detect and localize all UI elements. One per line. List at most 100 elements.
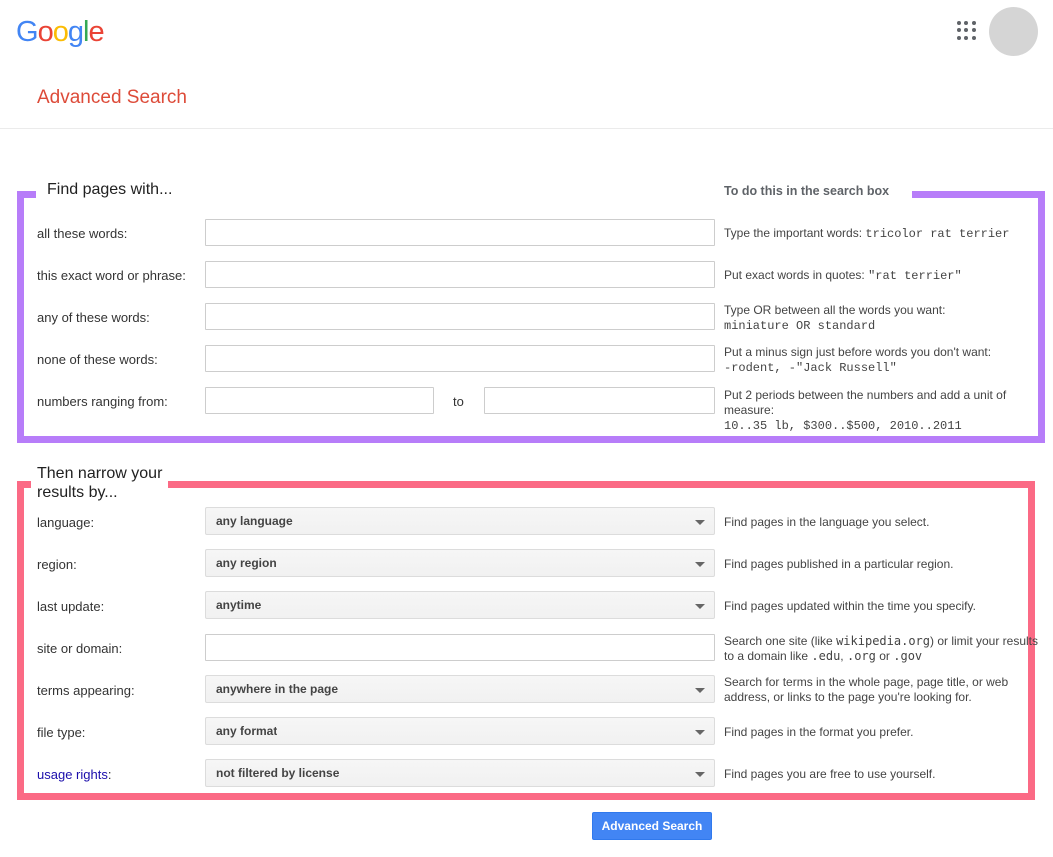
chevron-down-icon [695, 562, 705, 567]
input-all-these-words[interactable] [205, 219, 715, 246]
hint-code: "rat terrier" [868, 269, 962, 283]
apps-dot [964, 35, 969, 40]
hint-text: Put exact words in quotes: [724, 268, 865, 282]
hint-region: Find pages published in a particular reg… [724, 557, 954, 571]
narrow-edge-top-right [168, 481, 1035, 488]
hint-code-wikipedia: wikipedia.org [836, 634, 930, 648]
highlight-edge-bottom [17, 436, 1045, 443]
hint-code: miniature OR standard [724, 319, 876, 333]
find-section-title: Find pages with... [47, 181, 173, 198]
select-usage-rights-value: not filtered by license [216, 766, 340, 780]
hint-language: Find pages in the language you select. [724, 515, 930, 529]
narrow-edge-bottom [17, 793, 1035, 800]
hint-code: tricolor rat terrier [865, 227, 1010, 241]
select-region-value: any region [216, 556, 277, 570]
narrow-edge-left [17, 481, 24, 800]
hint-code-gov: .gov [893, 649, 923, 663]
apps-dot [957, 21, 961, 25]
chevron-down-icon [695, 520, 705, 525]
hint-terms-appearing: Search for terms in the whole page, page… [724, 675, 1009, 704]
logo-letter-o1: o [37, 16, 54, 48]
hint-text: Put 2 periods between the numbers and ad… [724, 388, 1007, 417]
apps-dot [957, 35, 961, 40]
numbers-separator: to [453, 394, 464, 409]
advanced-search-button[interactable]: Advanced Search [592, 812, 712, 840]
hint-text: Put a minus sign just before words you d… [724, 345, 992, 359]
label-numbers-ranging-from: numbers ranging from: [37, 394, 168, 409]
logo-letter-g2: g [67, 16, 84, 48]
apps-dot [957, 28, 961, 33]
apps-dot [971, 35, 976, 40]
hint-site-or-domain: Search one site (like wikipedia.org) or … [724, 634, 1049, 664]
label-none-of-these-words: none of these words: [37, 352, 158, 367]
label-terms-appearing: terms appearing: [37, 683, 135, 698]
chevron-down-icon [695, 772, 705, 777]
hint-file-type: Find pages in the format you prefer. [724, 725, 914, 739]
hint-any-of-these-words: Type OR between all the words you want: … [724, 303, 1042, 334]
hint-last-update: Find pages updated within the time you s… [724, 599, 976, 613]
hint-code: 10..35 lb, $300..$500, 2010..2011 [724, 419, 962, 433]
hint-code: -rodent, -"Jack Russell" [724, 361, 897, 375]
hint-text: Type OR between all the words you want: [724, 303, 946, 317]
hint-numbers-ranging: Put 2 periods between the numbers and ad… [724, 388, 1042, 434]
select-file-type-value: any format [216, 724, 278, 738]
narrow-edge-top-left [17, 481, 31, 488]
hint-usage-rights: Find pages you are free to use yourself. [724, 767, 936, 781]
hint-none-of-these-words: Put a minus sign just before words you d… [724, 345, 1042, 376]
hint-all-these-words: Type the important words: tricolor rat t… [724, 226, 1042, 242]
input-numbers-from[interactable] [205, 387, 434, 414]
find-section-hint-title: To do this in the search box [724, 184, 890, 198]
input-site-or-domain[interactable] [205, 634, 715, 661]
logo-letter-o2: o [52, 16, 69, 48]
apps-grid-icon[interactable] [957, 21, 977, 41]
chevron-down-icon [695, 730, 705, 735]
input-any-of-these-words[interactable] [205, 303, 715, 330]
page-header: Google Advanced Search [0, 0, 1053, 129]
input-exact-phrase[interactable] [205, 261, 715, 288]
hint-text: Type the important words: [724, 226, 863, 240]
select-language-value: any language [216, 514, 293, 528]
logo-letter-e: e [88, 16, 104, 48]
highlight-edge-top-right [912, 191, 1045, 198]
hint-text-c: , [840, 649, 844, 663]
logo-letter-g1: G [16, 16, 39, 48]
label-file-type: file type: [37, 725, 86, 740]
hint-text-a: Search one site (like [724, 634, 833, 648]
highlight-edge-left [17, 191, 24, 443]
hint-text-d: or [879, 649, 890, 663]
label-last-update: last update: [37, 599, 105, 614]
select-region[interactable]: any region [205, 549, 715, 577]
highlight-edge-top-left [17, 191, 36, 198]
label-region: region: [37, 557, 77, 572]
usage-rights-link[interactable]: usage rights [37, 767, 108, 782]
chevron-down-icon [695, 604, 705, 609]
usage-rights-colon: : [107, 767, 112, 782]
select-file-type[interactable]: any format [205, 717, 715, 745]
apps-dot [971, 21, 976, 25]
select-usage-rights[interactable]: not filtered by license [205, 759, 715, 787]
avatar[interactable] [989, 7, 1038, 56]
narrow-section-title: Then narrow your results by... [37, 465, 163, 501]
label-site-or-domain: site or domain: [37, 641, 123, 656]
apps-dot [964, 21, 969, 25]
hint-code-edu: .edu [811, 649, 841, 663]
select-last-update[interactable]: anytime [205, 591, 715, 619]
google-logo[interactable]: Google [16, 16, 105, 48]
select-terms-appearing-value: anywhere in the page [216, 682, 339, 696]
hint-code-org: .org [846, 649, 876, 663]
apps-dot [964, 28, 969, 33]
hint-exact-phrase: Put exact words in quotes: "rat terrier" [724, 268, 1042, 284]
select-terms-appearing[interactable]: anywhere in the page [205, 675, 715, 703]
input-numbers-to[interactable] [484, 387, 715, 414]
advanced-search-page: Google Advanced Search Find pages with..… [0, 0, 1053, 857]
page-title: Advanced Search [37, 87, 187, 108]
label-any-of-these-words: any of these words: [37, 310, 150, 325]
select-language[interactable]: any language [205, 507, 715, 535]
label-exact-phrase: this exact word or phrase: [37, 268, 186, 283]
label-all-these-words: all these words: [37, 226, 128, 241]
input-none-of-these-words[interactable] [205, 345, 715, 372]
label-language: language: [37, 515, 95, 530]
apps-dot [971, 28, 976, 33]
select-last-update-value: anytime [216, 598, 262, 612]
chevron-down-icon [695, 688, 705, 693]
